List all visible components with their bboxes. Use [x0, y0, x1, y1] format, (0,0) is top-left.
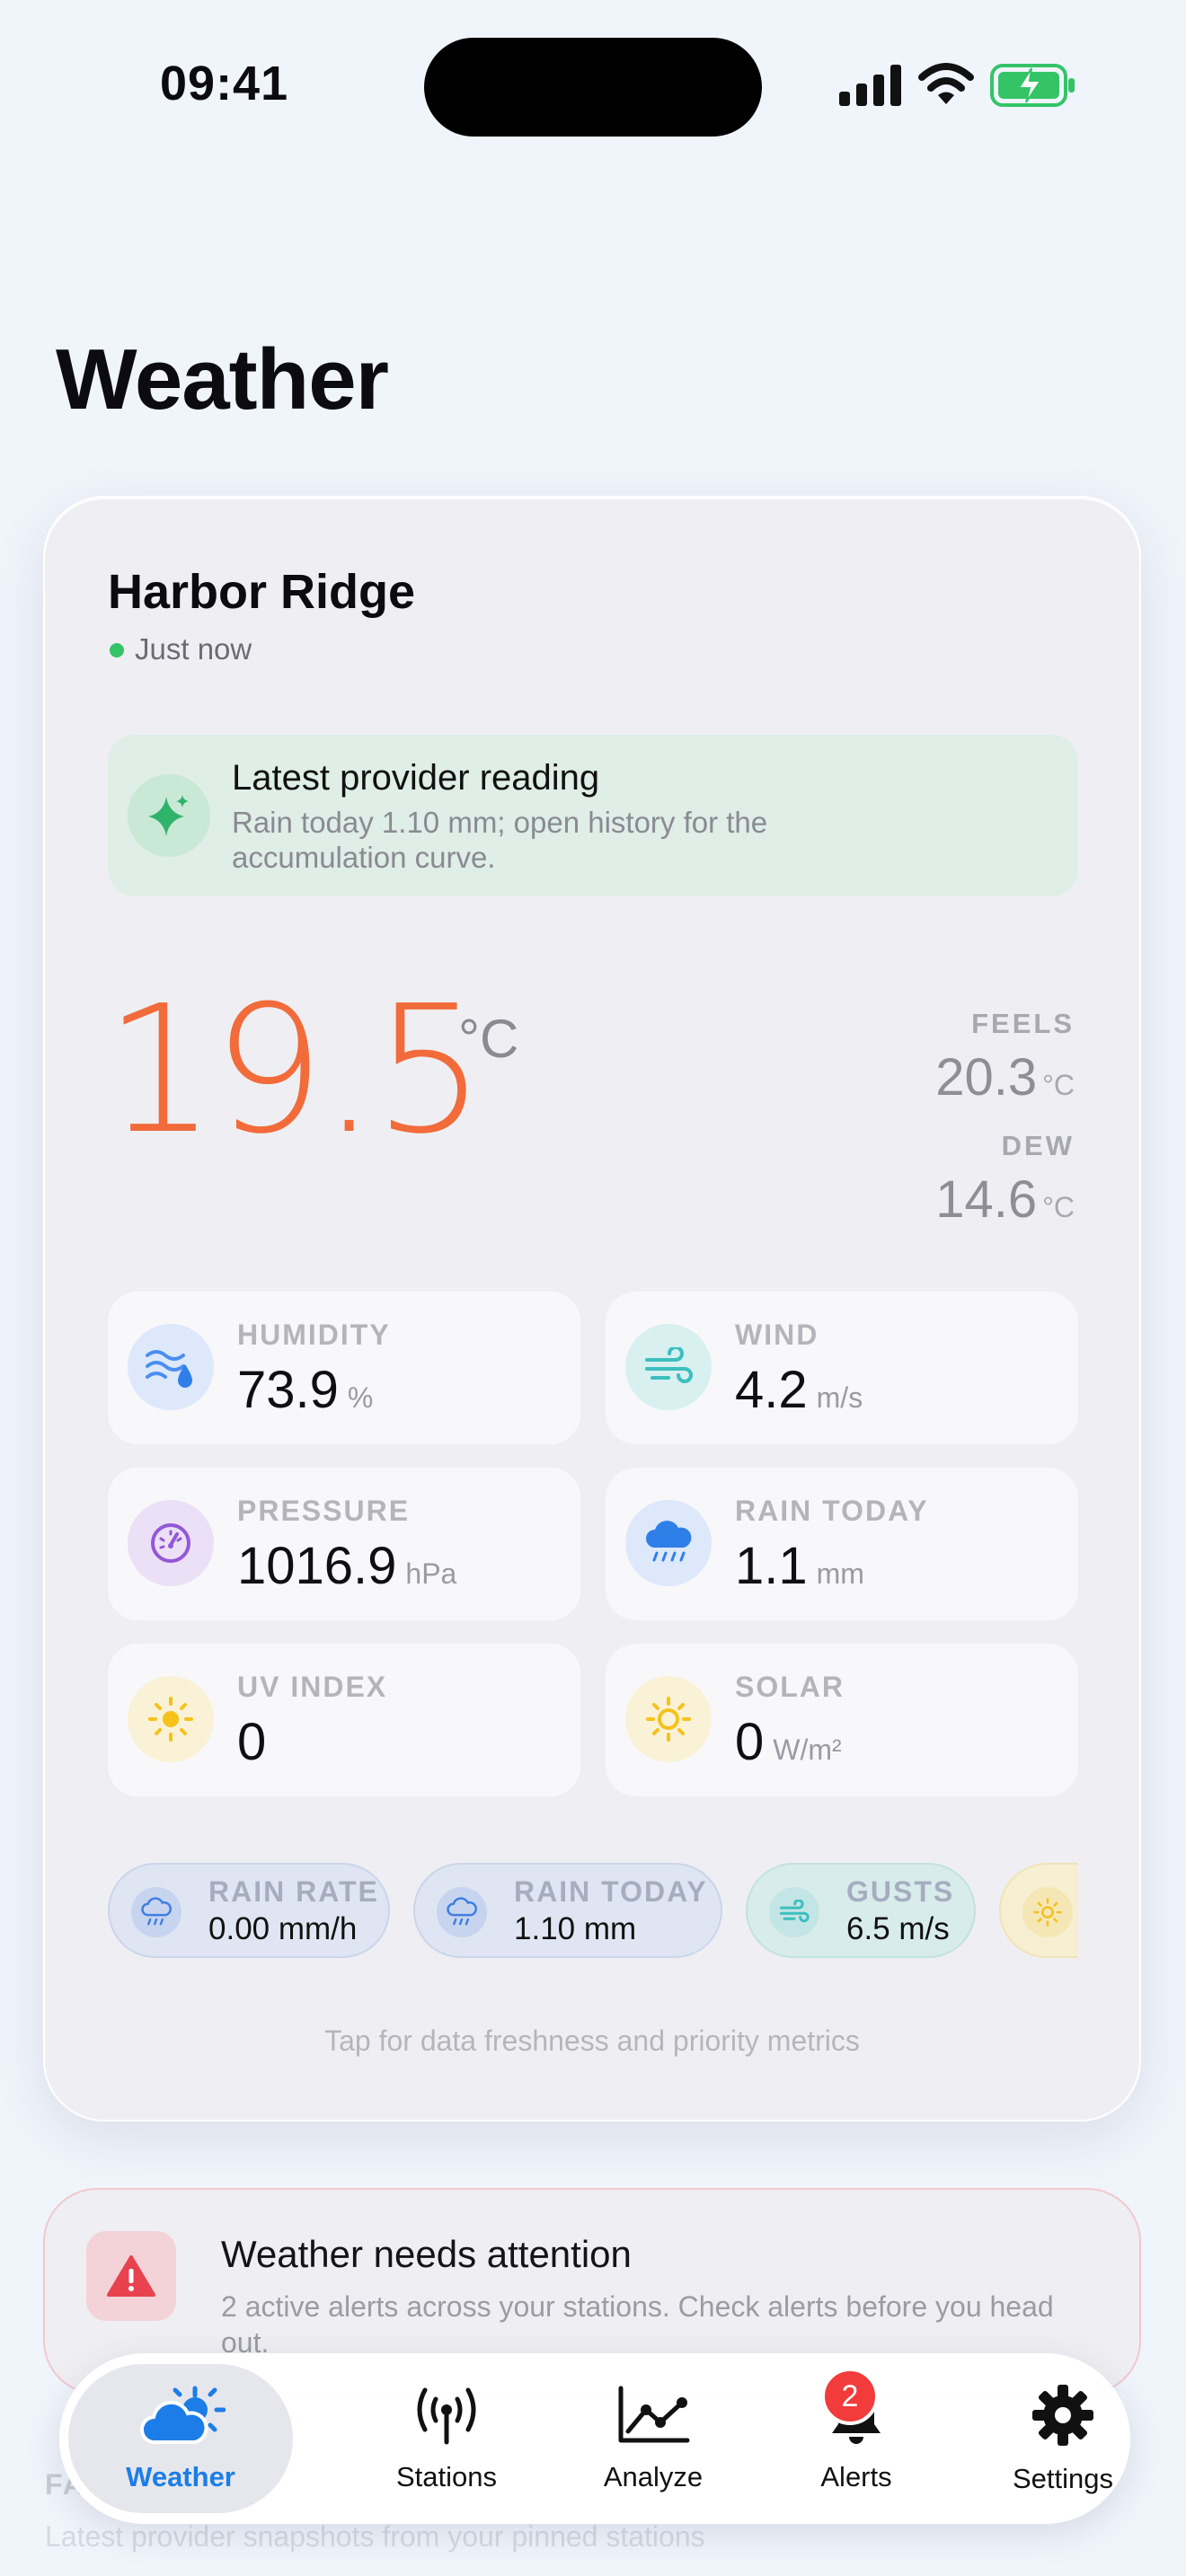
dew-point-label: DEW	[1001, 1130, 1075, 1161]
alerts-count-badge: 2	[821, 2368, 879, 2425]
card-hint-text: Tap for data freshness and priority metr…	[324, 2025, 860, 2057]
metric-value: 73.9%	[237, 1360, 373, 1420]
metric-label: PRESSURE	[237, 1495, 411, 1527]
chip-solar	[999, 1863, 1078, 1958]
battery-charging-icon	[990, 63, 1076, 112]
metric-unit: hPa	[405, 1557, 457, 1590]
station-name: Harbor Ridge	[108, 565, 416, 619]
metric-unit: m/s	[816, 1381, 863, 1414]
metric-value: 1.1 mm	[735, 1536, 864, 1596]
warning-icon	[86, 2231, 176, 2321]
rain-cloud-icon	[131, 1887, 181, 1937]
dew-point-number: 14.6	[935, 1170, 1038, 1229]
metric-tile-humidity[interactable]: HUMIDITY 73.9%	[108, 1292, 580, 1444]
rain-cloud-icon	[437, 1887, 487, 1937]
status-time: 09:41	[160, 57, 289, 110]
tab-bar: Weather Stations Analyze Alerts 2 Settin…	[59, 2353, 1130, 2524]
live-status-dot	[110, 643, 124, 657]
section-subtext: Latest provider snapshots from your pinn…	[45, 2520, 705, 2553]
dew-point-value: 14.6 °C	[935, 1169, 1075, 1230]
metric-number: 0	[735, 1713, 765, 1771]
chip-solar-partial[interactable]	[999, 1863, 1078, 1958]
tab-label: Weather	[126, 2460, 235, 2492]
page-title: Weather	[56, 331, 389, 428]
sun-icon	[128, 1676, 214, 1762]
metric-label: RAIN TODAY	[735, 1495, 929, 1527]
tab-label: Alerts	[820, 2460, 892, 2492]
chip-rain-rate[interactable]: RAIN RATE 0.00 mm/h	[108, 1863, 390, 1958]
dynamic-island	[424, 38, 762, 137]
metric-value: 4.2 m/s	[735, 1360, 863, 1420]
metric-label: WIND	[735, 1319, 819, 1351]
alert-text: 2 active alerts across your stations. Ch…	[221, 2290, 1054, 2359]
chip-gusts[interactable]: GUSTS 6.5 m/s	[746, 1863, 976, 1958]
tab-label: Analyze	[603, 2460, 704, 2492]
metric-number: 4.2	[735, 1361, 808, 1419]
rain-cloud-icon	[625, 1500, 712, 1586]
weather-icon	[136, 2385, 226, 2450]
station-weather-card[interactable]: Harbor Ridge Just now Latest provider re…	[43, 496, 1141, 2122]
dew-point-unit: °C	[1042, 1191, 1075, 1223]
tab-settings[interactable]: Settings	[960, 2353, 1166, 2524]
chip-label: RAIN TODAY	[514, 1875, 708, 1908]
metric-value: 0 W/m²	[735, 1712, 842, 1772]
tab-label: Settings	[1012, 2462, 1113, 2494]
gauge-icon	[128, 1500, 214, 1586]
chart-icon	[615, 2385, 691, 2450]
wind-icon	[769, 1887, 819, 1937]
sparkle-icon	[128, 774, 210, 857]
banner-title: Latest provider reading	[232, 758, 600, 798]
banner-text: Rain today 1.10 mm; open history for the…	[232, 806, 768, 874]
gear-icon	[1031, 2383, 1095, 2452]
cellular-signal-icon	[839, 65, 902, 110]
metric-label: HUMIDITY	[237, 1319, 391, 1351]
feels-like-value: 20.3 °C	[935, 1047, 1075, 1107]
metric-number: 1016.9	[237, 1537, 397, 1595]
sun-icon	[625, 1676, 712, 1762]
feels-like-unit: °C	[1042, 1069, 1075, 1101]
provider-reading-banner[interactable]: Latest provider reading Rain today 1.10 …	[108, 735, 1078, 896]
metric-number: 1.1	[735, 1537, 808, 1595]
tab-label: Stations	[395, 2460, 497, 2492]
metric-tile-uv-index[interactable]: UV INDEX 0	[108, 1644, 580, 1796]
metric-value: 0	[237, 1712, 275, 1772]
metric-number: 0	[237, 1713, 267, 1771]
metric-tile-solar[interactable]: SOLAR 0 W/m²	[606, 1644, 1078, 1796]
metric-tile-pressure[interactable]: PRESSURE 1016.9 hPa	[108, 1468, 580, 1620]
metric-unit: W/m²	[773, 1734, 842, 1766]
metric-unit: mm	[816, 1557, 864, 1590]
antenna-icon	[411, 2385, 482, 2450]
metric-tile-rain-today[interactable]: RAIN TODAY 1.1 mm	[606, 1468, 1078, 1620]
humidity-icon	[128, 1324, 214, 1410]
metric-label: SOLAR	[735, 1671, 845, 1703]
tab-weather[interactable]: Weather	[68, 2364, 293, 2513]
chip-label: GUSTS	[846, 1875, 955, 1908]
chip-label: RAIN RATE	[208, 1875, 379, 1908]
wifi-icon	[918, 63, 974, 110]
wind-icon	[625, 1324, 712, 1410]
metric-number: 73.9	[237, 1361, 339, 1419]
feels-like-number: 20.3	[935, 1048, 1038, 1107]
metric-label: UV INDEX	[237, 1671, 388, 1703]
temperature-unit: °C	[458, 1009, 519, 1069]
sun-icon	[1022, 1887, 1073, 1937]
metric-unit: %	[347, 1381, 374, 1414]
chip-value: 6.5 m/s	[846, 1911, 950, 1946]
alert-title: Weather needs attention	[221, 2233, 632, 2275]
updated-timestamp: Just now	[135, 632, 252, 666]
temperature-value: 19.5	[104, 968, 485, 1173]
feels-like-label: FEELS	[971, 1008, 1075, 1039]
tab-analyze[interactable]: Analyze	[550, 2353, 757, 2524]
metric-tile-wind[interactable]: WIND 4.2 m/s	[606, 1292, 1078, 1444]
metric-value: 1016.9 hPa	[237, 1536, 456, 1596]
chip-value: 1.10 mm	[514, 1911, 637, 1946]
tab-stations[interactable]: Stations	[343, 2353, 550, 2524]
chip-value: 0.00 mm/h	[208, 1911, 358, 1946]
chip-rain-today[interactable]: RAIN TODAY 1.10 mm	[413, 1863, 722, 1958]
